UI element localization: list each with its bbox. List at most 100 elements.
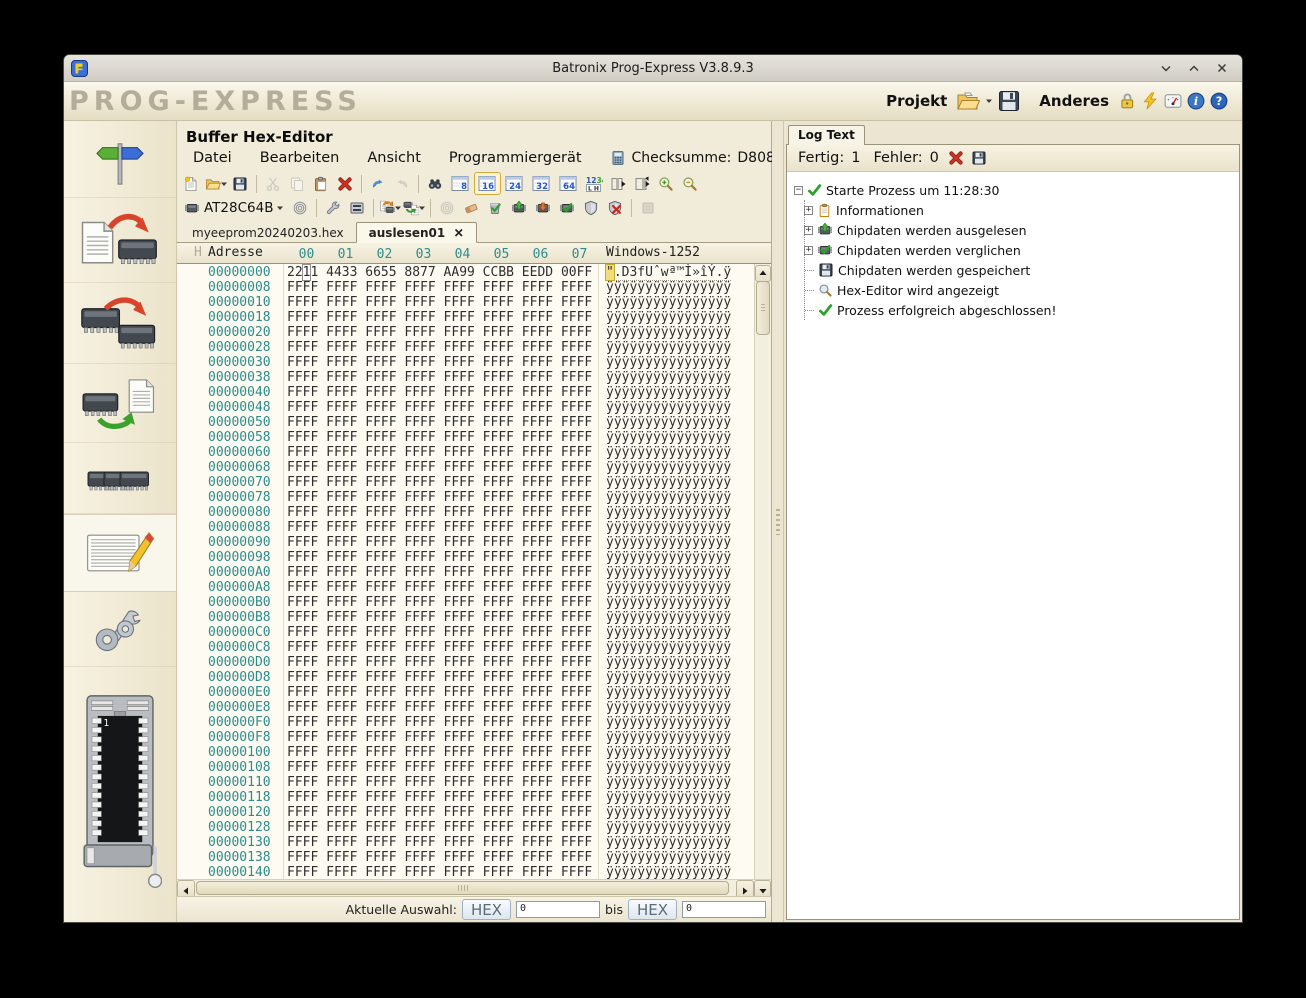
maximize-button[interactable] [1188, 62, 1200, 74]
project-save-icon[interactable] [998, 90, 1020, 112]
row-ascii[interactable]: ÿÿÿÿÿÿÿÿÿÿÿÿÿÿÿÿ [606, 865, 731, 879]
project-open-icon[interactable] [956, 90, 980, 112]
selection-to-input[interactable]: 0 [682, 901, 766, 918]
row-hex-cells[interactable]: FFFF FFFF FFFF FFFF FFFF FFFF FFFF FFFF [287, 820, 592, 835]
row-hex-cells[interactable]: FFFF FFFF FFFF FFFF FFFF FFFF FFFF FFFF [287, 865, 592, 879]
row-hex-cells[interactable]: FFFF FFFF FFFF FFFF FFFF FFFF FFFF FFFF [287, 745, 592, 760]
search-button[interactable] [423, 173, 447, 195]
row-hex-cells[interactable]: 2211 4433 6655 8877 AA99 CCBB EEDD 00FF [287, 265, 592, 280]
row-hex-cells[interactable]: FFFF FFFF FFFF FFFF FFFF FFFF FFFF FFFF [287, 580, 592, 595]
sidebar-item-settings[interactable] [64, 592, 176, 667]
row-hex-cells[interactable]: FFFF FFFF FFFF FFFF FFFF FFFF FFFF FFFF [287, 730, 592, 745]
row-ascii[interactable]: ÿÿÿÿÿÿÿÿÿÿÿÿÿÿÿÿ [606, 655, 731, 670]
hex-row[interactable]: 00000038FFFF FFFF FFFF FFFF FFFF FFFF FF… [177, 370, 754, 385]
hex-row[interactable]: 00000010FFFF FFFF FFFF FFFF FFFF FFFF FF… [177, 295, 754, 310]
row-hex-cells[interactable]: FFFF FFFF FFFF FFFF FFFF FFFF FFFF FFFF [287, 805, 592, 820]
row-ascii[interactable]: ÿÿÿÿÿÿÿÿÿÿÿÿÿÿÿÿ [606, 670, 731, 685]
row-ascii[interactable]: ÿÿÿÿÿÿÿÿÿÿÿÿÿÿÿÿ [606, 340, 731, 355]
hex-row[interactable]: 000000A0FFFF FFFF FFFF FFFF FFFF FFFF FF… [177, 565, 754, 580]
selection-from-input[interactable]: 0 [516, 901, 600, 918]
hex-base-button-from[interactable]: HEX [462, 899, 511, 920]
width-8-button[interactable]: 8 [447, 172, 474, 195]
open-file-button[interactable] [204, 173, 228, 195]
save-log-icon[interactable] [971, 150, 987, 166]
unprotect-chip-button[interactable] [603, 197, 627, 219]
hex-row[interactable]: 00000060FFFF FFFF FFFF FFFF FFFF FFFF FF… [177, 445, 754, 460]
delete-button[interactable] [333, 173, 357, 195]
hex-row[interactable]: 000000002211 4433 6655 8877 AA99 CCBB EE… [177, 265, 754, 280]
log-entry[interactable]: +Informationen [805, 200, 1239, 220]
sidebar-item-file-to-chip[interactable] [64, 198, 176, 283]
hex-row[interactable]: 00000130FFFF FFFF FFFF FFFF FFFF FFFF FF… [177, 835, 754, 850]
width-64-button[interactable]: 64 [555, 172, 582, 195]
hex-row[interactable]: 00000110FFFF FFFF FFFF FFFF FFFF FFFF FF… [177, 775, 754, 790]
row-ascii[interactable]: ÿÿÿÿÿÿÿÿÿÿÿÿÿÿÿÿ [606, 355, 731, 370]
row-hex-cells[interactable]: FFFF FFFF FFFF FFFF FFFF FFFF FFFF FFFF [287, 670, 592, 685]
row-hex-cells[interactable]: FFFF FFFF FFFF FFFF FFFF FFFF FFFF FFFF [287, 610, 592, 625]
hex-row[interactable]: 00000138FFFF FFFF FFFF FFFF FFFF FFFF FF… [177, 850, 754, 865]
row-hex-cells[interactable]: FFFF FFFF FFFF FFFF FFFF FFFF FFFF FFFF [287, 760, 592, 775]
protect-chip-button[interactable] [579, 197, 603, 219]
row-ascii[interactable]: ÿÿÿÿÿÿÿÿÿÿÿÿÿÿÿÿ [606, 850, 731, 865]
menu-bearbeiten[interactable]: Bearbeiten [260, 150, 340, 166]
width-24-button[interactable]: 24 [501, 172, 528, 195]
row-ascii[interactable]: ÿÿÿÿÿÿÿÿÿÿÿÿÿÿÿÿ [606, 550, 731, 565]
lightning-icon[interactable] [1141, 92, 1159, 110]
insert-column-right-button[interactable] [630, 173, 654, 195]
hex-row[interactable]: 00000050FFFF FFFF FFFF FFFF FFFF FFFF FF… [177, 415, 754, 430]
horizontal-scroll-thumb[interactable] [196, 881, 729, 895]
write-buffer-to-chip-button[interactable] [378, 197, 402, 219]
log-entry-root[interactable]: −Starte Prozess um 11:28:30 [794, 180, 1239, 200]
row-hex-cells[interactable]: FFFF FFFF FFFF FFFF FFFF FFFF FFFF FFFF [287, 340, 592, 355]
row-hex-cells[interactable]: FFFF FFFF FFFF FFFF FFFF FFFF FFFF FFFF [287, 430, 592, 445]
panel-splitter[interactable] [772, 121, 784, 922]
row-hex-cells[interactable]: FFFF FFFF FFFF FFFF FFFF FFFF FFFF FFFF [287, 325, 592, 340]
horizontal-scrollbar[interactable] [177, 879, 771, 896]
row-hex-cells[interactable]: FFFF FFFF FFFF FFFF FFFF FFFF FFFF FFFF [287, 505, 592, 520]
log-entry[interactable]: Hex-Editor wird angezeigt [805, 280, 1239, 300]
row-hex-cells[interactable]: FFFF FFFF FFFF FFFF FFFF FFFF FFFF FFFF [287, 490, 592, 505]
hex-row[interactable]: 000000D8FFFF FFFF FFFF FFFF FFFF FFFF FF… [177, 670, 754, 685]
row-ascii[interactable]: ÿÿÿÿÿÿÿÿÿÿÿÿÿÿÿÿ [606, 835, 731, 850]
row-ascii[interactable]: ÿÿÿÿÿÿÿÿÿÿÿÿÿÿÿÿ [606, 685, 731, 700]
hex-row[interactable]: 00000028FFFF FFFF FFFF FFFF FFFF FFFF FF… [177, 340, 754, 355]
collapse-icon[interactable]: − [794, 186, 803, 195]
tab-log-text[interactable]: Log Text [788, 125, 865, 145]
row-hex-cells[interactable]: FFFF FFFF FFFF FFFF FFFF FFFF FFFF FFFF [287, 400, 592, 415]
hex-row[interactable]: 000000C0FFFF FFFF FFFF FFFF FFFF FFFF FF… [177, 625, 754, 640]
row-hex-cells[interactable]: FFFF FFFF FFFF FFFF FFFF FFFF FFFF FFFF [287, 775, 592, 790]
undo-button[interactable] [366, 173, 390, 195]
row-ascii[interactable]: ÿÿÿÿÿÿÿÿÿÿÿÿÿÿÿÿ [606, 565, 731, 580]
hex-row[interactable]: 00000108FFFF FFFF FFFF FFFF FFFF FFFF FF… [177, 760, 754, 775]
row-ascii[interactable]: ÿÿÿÿÿÿÿÿÿÿÿÿÿÿÿÿ [606, 445, 731, 460]
row-hex-cells[interactable]: FFFF FFFF FFFF FFFF FFFF FFFF FFFF FFFF [287, 565, 592, 580]
row-ascii[interactable]: ÿÿÿÿÿÿÿÿÿÿÿÿÿÿÿÿ [606, 430, 731, 445]
row-hex-cells[interactable]: FFFF FFFF FFFF FFFF FFFF FFFF FFFF FFFF [287, 295, 592, 310]
read-chip-button[interactable] [531, 197, 555, 219]
row-hex-cells[interactable]: FFFF FFFF FFFF FFFF FFFF FFFF FFFF FFFF [287, 370, 592, 385]
hex-cursor[interactable]: 1 [303, 265, 311, 280]
row-ascii[interactable]: ÿÿÿÿÿÿÿÿÿÿÿÿÿÿÿÿ [606, 775, 731, 790]
row-ascii[interactable]: ÿÿÿÿÿÿÿÿÿÿÿÿÿÿÿÿ [606, 610, 731, 625]
tab-auslesen01[interactable]: auslesen01 [356, 222, 478, 243]
row-ascii[interactable]: ÿÿÿÿÿÿÿÿÿÿÿÿÿÿÿÿ [606, 415, 731, 430]
width-16-button[interactable]: 16 [474, 172, 501, 195]
row-hex-cells[interactable]: FFFF FFFF FFFF FFFF FFFF FFFF FFFF FFFF [287, 850, 592, 865]
row-ascii[interactable]: ÿÿÿÿÿÿÿÿÿÿÿÿÿÿÿÿ [606, 400, 731, 415]
row-ascii[interactable]: ÿÿÿÿÿÿÿÿÿÿÿÿÿÿÿÿ [606, 460, 731, 475]
hex-row[interactable]: 00000090FFFF FFFF FFFF FFFF FFFF FFFF FF… [177, 535, 754, 550]
row-hex-cells[interactable]: FFFF FFFF FFFF FFFF FFFF FFFF FFFF FFFF [287, 655, 592, 670]
zoom-in-button[interactable] [654, 173, 678, 195]
expand-icon[interactable]: + [804, 206, 813, 215]
row-ascii[interactable]: ÿÿÿÿÿÿÿÿÿÿÿÿÿÿÿÿ [606, 745, 731, 760]
hex-row[interactable]: 000000C8FFFF FFFF FFFF FFFF FFFF FFFF FF… [177, 640, 754, 655]
paste-button[interactable] [309, 173, 333, 195]
close-button[interactable] [1216, 62, 1228, 74]
row-hex-cells[interactable]: FFFF FFFF FFFF FFFF FFFF FFFF FFFF FFFF [287, 640, 592, 655]
info-icon[interactable]: i [1187, 92, 1205, 110]
zoom-out-button[interactable] [678, 173, 702, 195]
hex-row[interactable]: 000000E0FFFF FFFF FFFF FFFF FFFF FFFF FF… [177, 685, 754, 700]
project-open-dropdown-icon[interactable] [985, 97, 993, 105]
row-ascii[interactable]: ÿÿÿÿÿÿÿÿÿÿÿÿÿÿÿÿ [606, 640, 731, 655]
hex-row[interactable]: 00000098FFFF FFFF FFFF FFFF FFFF FFFF FF… [177, 550, 754, 565]
